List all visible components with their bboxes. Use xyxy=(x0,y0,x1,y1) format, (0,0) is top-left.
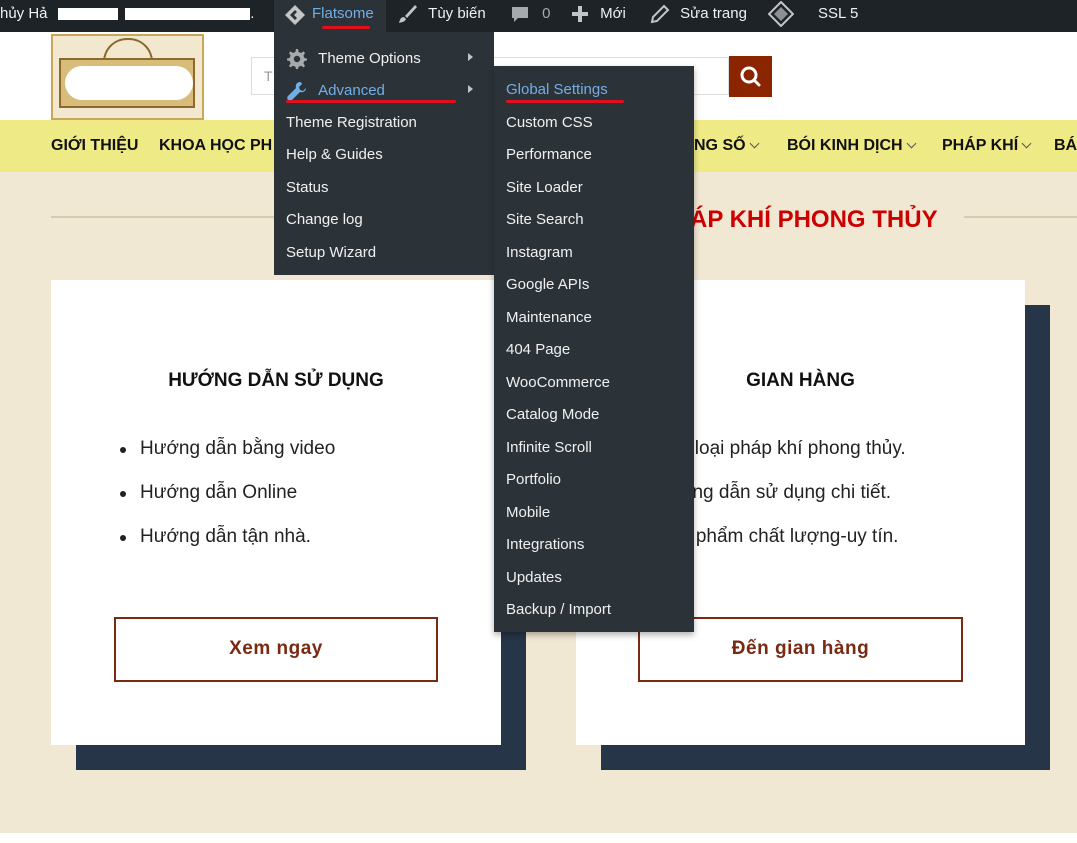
new-content-link[interactable]: Mới xyxy=(570,0,626,32)
list-item: Hướng dẫn tận nhà. xyxy=(119,526,335,570)
card-title: HƯỚNG DẪN SỬ DỤNG xyxy=(168,370,384,391)
comments-link[interactable]: 0 xyxy=(510,0,551,32)
submenu-item-instagram[interactable]: Instagram xyxy=(506,244,573,261)
submenu-item-catalog-mode[interactable]: Catalog Mode xyxy=(506,406,599,423)
card-list: Hướng dẫn bằng video Hướng dẫn Online Hư… xyxy=(119,438,335,570)
list-item: c loại pháp khí phong thủy. xyxy=(680,438,906,459)
site-logo[interactable] xyxy=(51,34,204,120)
list-item: ớng dẫn sử dụng chi tiết. xyxy=(680,482,892,503)
chevron-down-icon xyxy=(749,138,760,149)
brush-icon xyxy=(399,5,417,24)
submenu-item-404-page[interactable]: 404 Page xyxy=(506,341,570,358)
xem-ngay-button[interactable]: Xem ngay xyxy=(114,617,438,682)
menu-item-setup-wizard[interactable]: Setup Wizard xyxy=(286,244,376,261)
submenu-item-site-search[interactable]: Site Search xyxy=(506,211,584,228)
menu-item-label: Advanced xyxy=(318,81,385,99)
nav-item-khoa-hoc[interactable]: KHOA HỌC PH xyxy=(159,137,272,155)
menu-item-help-guides[interactable]: Help & Guides xyxy=(286,146,383,163)
chevron-down-icon xyxy=(906,138,917,149)
diamond-logo-icon xyxy=(767,0,795,28)
submenu-item-google-apis[interactable]: Google APIs xyxy=(506,276,589,293)
comment-icon xyxy=(512,7,528,23)
card-list: c loại pháp khí phong thủy. ớng dẫn sử d… xyxy=(680,438,906,570)
redacted-area xyxy=(58,8,118,20)
customize-label: Tùy biến xyxy=(428,5,486,22)
submenu-item-site-loader[interactable]: Site Loader xyxy=(506,179,583,196)
submenu-arrow-icon xyxy=(468,53,473,61)
submenu-item-maintenance[interactable]: Maintenance xyxy=(506,309,592,326)
comments-count: 0 xyxy=(542,5,551,22)
divider xyxy=(51,216,291,218)
divider xyxy=(964,216,1077,218)
nav-item-label: BÓI KINH DỊCH xyxy=(787,137,903,154)
customize-link[interactable]: Tùy biến xyxy=(396,0,486,32)
nav-item-label: NG SỐ xyxy=(694,137,746,154)
plus-icon xyxy=(572,6,588,23)
menu-item-theme-options[interactable]: Theme Options xyxy=(286,48,421,70)
nav-item-boi-kinh-dich[interactable]: BÓI KINH DỊCH xyxy=(787,137,917,155)
nav-item-gioi-thieu[interactable]: GIỚI THIỆU xyxy=(51,137,138,155)
new-label: Mới xyxy=(600,5,626,22)
submenu-item-global-settings[interactable]: Global Settings xyxy=(506,81,608,98)
plugin-menu[interactable] xyxy=(767,0,795,32)
menu-item-advanced[interactable]: Advanced xyxy=(286,80,385,102)
ssl-label: SSL 5 xyxy=(818,5,859,22)
annotation-underline xyxy=(286,100,456,103)
advanced-submenu: Global Settings Custom CSS Performance S… xyxy=(494,66,694,632)
submenu-item-woocommerce[interactable]: WooCommerce xyxy=(506,374,610,391)
list-item: n phẩm chất lượng-uy tín. xyxy=(680,526,899,547)
section-title: ÁP KHÍ PHONG THỦY xyxy=(690,206,938,233)
annotation-underline xyxy=(322,26,370,29)
submenu-item-infinite-scroll[interactable]: Infinite Scroll xyxy=(506,439,592,456)
submenu-arrow-icon xyxy=(468,85,473,93)
ssl-menu[interactable]: SSL 5 xyxy=(818,0,858,32)
list-item: Hướng dẫn Online xyxy=(119,482,335,526)
flatsome-icon xyxy=(285,5,305,25)
flatsome-label: Flatsome xyxy=(312,5,374,22)
card-huong-dan: HƯỚNG DẪN SỬ DỤNG Hướng dẫn bằng video H… xyxy=(51,280,501,745)
edit-page-link[interactable]: Sửa trang xyxy=(650,0,747,32)
logo-redacted xyxy=(65,66,193,100)
submenu-item-portfolio[interactable]: Portfolio xyxy=(506,471,561,488)
redacted-area xyxy=(125,8,250,20)
list-item: Hướng dẫn bằng video xyxy=(119,438,335,482)
submenu-item-mobile[interactable]: Mobile xyxy=(506,504,550,521)
menu-item-label: Theme Options xyxy=(318,49,421,67)
submenu-item-custom-css[interactable]: Custom CSS xyxy=(506,114,593,131)
chevron-down-icon xyxy=(1021,138,1032,149)
submenu-item-performance[interactable]: Performance xyxy=(506,146,592,163)
site-name: hủy Hả xyxy=(0,5,48,22)
nav-item-so[interactable]: NG SỐ xyxy=(694,137,760,155)
search-icon xyxy=(740,66,761,87)
flatsome-dropdown: Theme Options Advanced Theme Registratio… xyxy=(274,32,494,275)
admin-bar: hủy Hả ... Flatsome Tùy biến 0 Mới Sửa t… xyxy=(0,0,1077,32)
pencil-icon xyxy=(650,4,670,24)
nav-item-label: PHÁP KHÍ xyxy=(942,137,1019,154)
menu-item-status[interactable]: Status xyxy=(286,179,329,196)
submenu-item-updates[interactable]: Updates xyxy=(506,569,562,586)
nav-item-ba[interactable]: BÁ xyxy=(1054,137,1077,155)
wrench-icon xyxy=(287,82,306,101)
nav-item-phap-khi[interactable]: PHÁP KHÍ xyxy=(942,137,1032,155)
submenu-item-integrations[interactable]: Integrations xyxy=(506,536,584,553)
search-placeholder: T xyxy=(264,68,273,84)
gear-icon xyxy=(287,49,307,69)
annotation-underline xyxy=(506,100,624,103)
submenu-item-backup-import[interactable]: Backup / Import xyxy=(506,601,611,618)
edit-page-label: Sửa trang xyxy=(680,5,747,22)
search-button[interactable] xyxy=(729,56,772,97)
menu-item-change-log[interactable]: Change log xyxy=(286,211,363,228)
menu-item-theme-registration[interactable]: Theme Registration xyxy=(286,114,417,131)
